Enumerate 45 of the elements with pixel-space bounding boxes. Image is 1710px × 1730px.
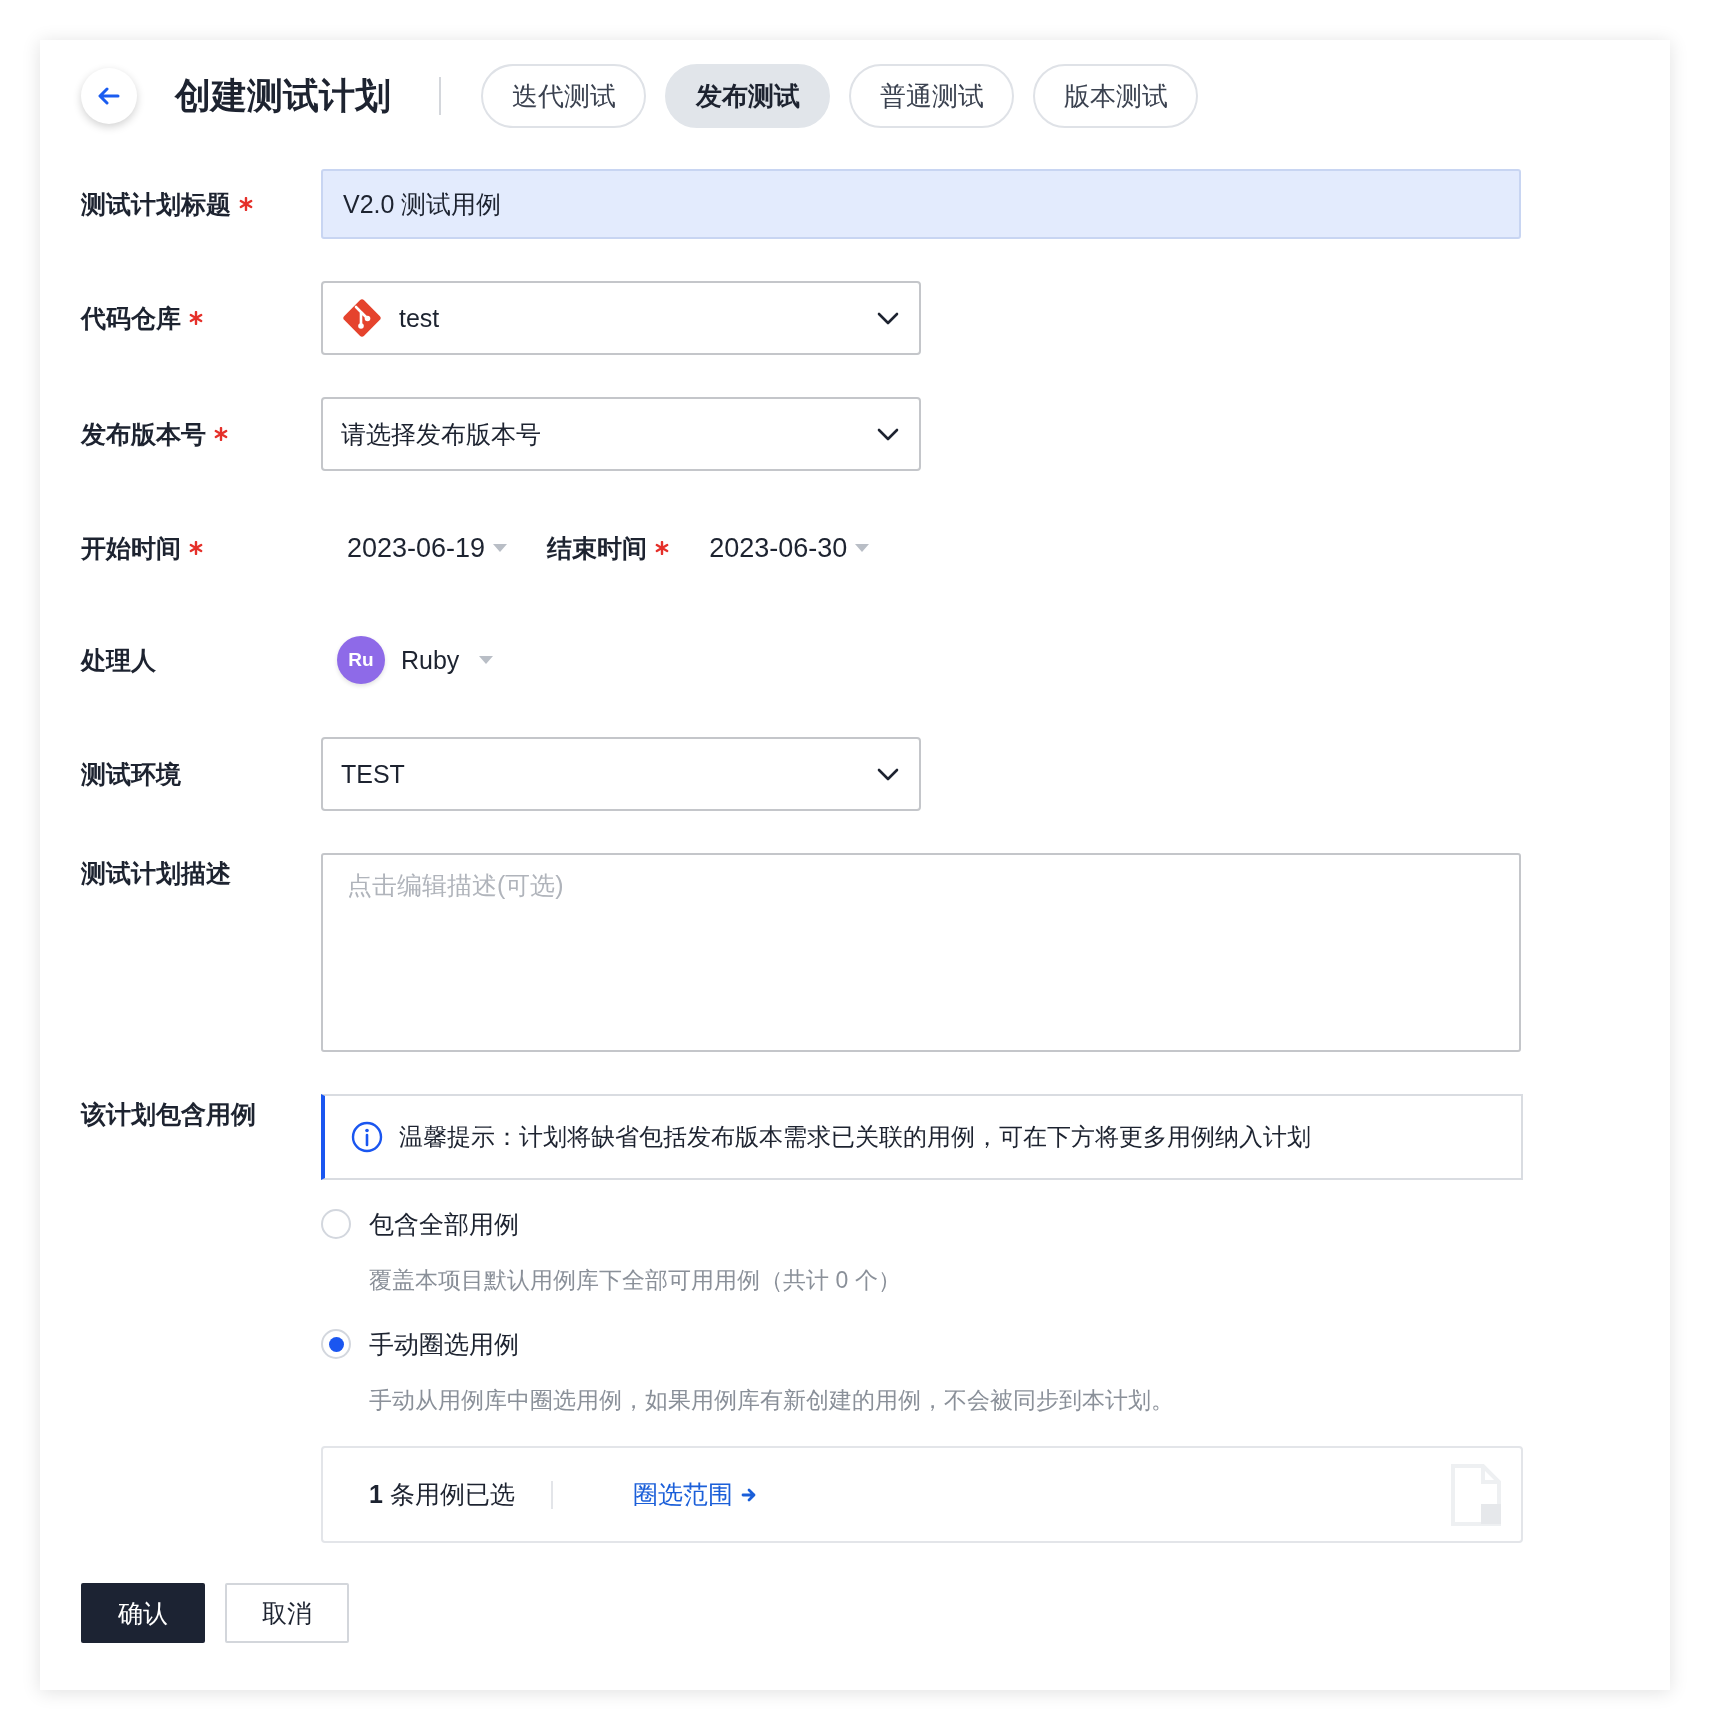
select-range-link[interactable]: 圈选范围 <box>632 1478 733 1511</box>
chevron-down-icon <box>877 427 899 441</box>
option-description: 覆盖本项目默认用例库下全部可用用例（共计 0 个） <box>369 1266 902 1295</box>
field-label: 测试环境 <box>81 758 181 790</box>
tab[interactable]: 发布测试 <box>665 64 830 128</box>
info-icon <box>351 1121 383 1153</box>
field-label: 结束时间 <box>547 532 648 564</box>
field-label: 该计划包含用例 <box>81 1099 256 1130</box>
date-picker[interactable]: 2023-06-30 <box>709 532 870 564</box>
back-button[interactable] <box>81 68 137 124</box>
assignee-select[interactable]: Ru Ruby <box>321 625 494 695</box>
cancel-button[interactable]: 取消 <box>225 1583 349 1643</box>
document-icon <box>1451 1463 1503 1526</box>
confirm-button[interactable]: 确认 <box>81 1583 205 1643</box>
repository-select[interactable]: test <box>321 281 921 355</box>
chevron-down-icon <box>877 767 899 781</box>
tab[interactable]: 版本测试 <box>1033 64 1198 128</box>
back-arrow-icon <box>98 87 120 105</box>
notice-text: 温馨提示：计划将缺省包括发布版本需求已关联的用例，可在下方将更多用例纳入计划 <box>399 1122 1311 1152</box>
caret-down-icon <box>479 656 494 664</box>
field-label: 处理人 <box>81 644 156 676</box>
date-picker[interactable]: 2023-06-19 <box>347 532 508 564</box>
page-title: 创建测试计划 <box>175 73 391 118</box>
select-field[interactable]: 请选择发布版本号 <box>321 397 921 471</box>
radio-option[interactable]: 手动圈选用例 <box>321 1320 1523 1368</box>
field-label: 发布版本号 <box>81 418 206 450</box>
radio-option[interactable]: 包含全部用例 <box>321 1200 1523 1248</box>
caret-down-icon <box>855 544 870 552</box>
select-field[interactable]: TEST <box>321 737 921 811</box>
caret-down-icon <box>493 544 508 552</box>
tab[interactable]: 迭代测试 <box>481 64 646 128</box>
title-input[interactable]: V2.0 测试用例 <box>321 169 1521 239</box>
field-label: 测试计划描述 <box>81 858 231 889</box>
description-input[interactable]: 点击编辑描述(可选) <box>321 853 1521 1052</box>
field-label: 代码仓库 <box>81 302 181 334</box>
radio-button[interactable] <box>321 1329 351 1359</box>
field-label: 测试计划标题 <box>81 188 231 220</box>
radio-button[interactable] <box>321 1209 351 1239</box>
arrow-right-icon <box>740 1486 757 1503</box>
selected-count: 1 条用例已选 <box>369 1479 515 1510</box>
chevron-down-icon <box>877 311 899 325</box>
user-avatar: Ru <box>337 636 385 684</box>
field-label: 开始时间 <box>81 532 181 564</box>
tab[interactable]: 普通测试 <box>849 64 1014 128</box>
option-description: 手动从用例库中圈选用例，如果用例库有新创建的用例，不会被同步到本计划。 <box>369 1386 1175 1415</box>
